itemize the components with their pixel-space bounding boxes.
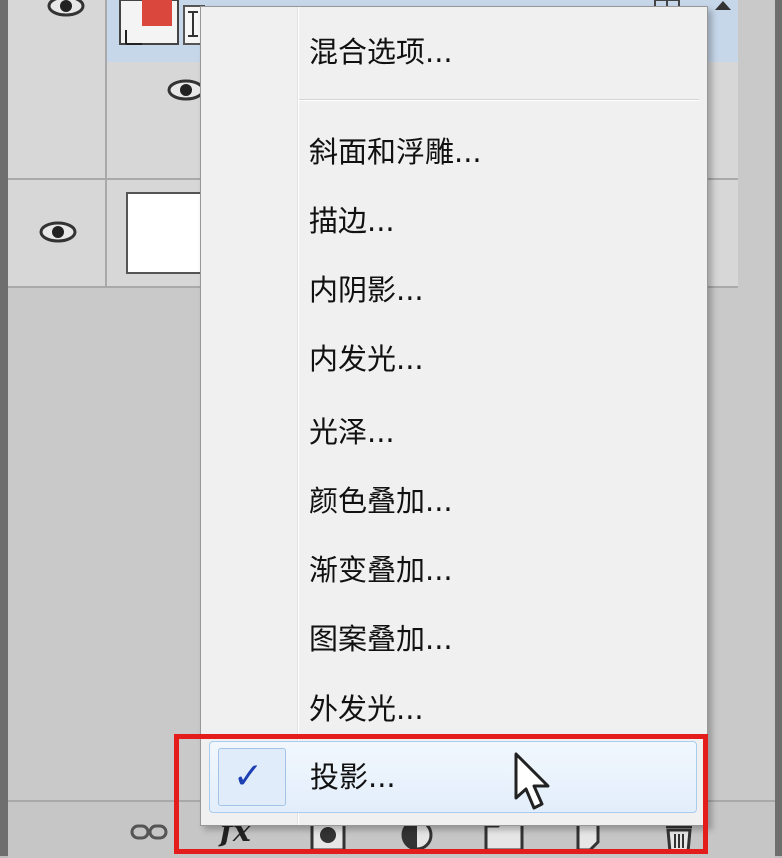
annotation-highlight-box xyxy=(174,734,708,854)
link-layers-icon[interactable] xyxy=(130,818,168,846)
visibility-column xyxy=(8,0,107,178)
eye-icon[interactable] xyxy=(38,220,78,244)
window-frame-left xyxy=(0,0,8,856)
menu-item-satin[interactable]: 光泽... xyxy=(309,407,395,457)
visibility-column xyxy=(8,180,107,286)
menu-item-stroke[interactable]: 描边... xyxy=(309,196,395,246)
menu-item-inner-glow[interactable]: 内发光... xyxy=(309,334,424,384)
mouse-cursor-icon xyxy=(514,752,550,810)
menu-item-blending-options[interactable]: 混合选项... xyxy=(309,27,453,77)
menu-item-gradient-overlay[interactable]: 渐变叠加... xyxy=(309,545,453,595)
layer-thumbnail-shape[interactable] xyxy=(118,0,208,48)
menu-item-inner-shadow[interactable]: 内阴影... xyxy=(309,265,424,315)
menu-item-bevel-emboss[interactable]: 斜面和浮雕... xyxy=(309,127,482,177)
menu-item-outer-glow[interactable]: 外发光... xyxy=(309,684,424,734)
layer-style-menu: 混合选项... 斜面和浮雕... 描边... 内阴影... 内发光... 光泽.… xyxy=(200,6,708,826)
eye-icon[interactable] xyxy=(46,0,86,18)
menu-item-pattern-overlay[interactable]: 图案叠加... xyxy=(309,614,453,664)
menu-item-color-overlay[interactable]: 颜色叠加... xyxy=(309,476,453,526)
window-frame-right xyxy=(775,0,782,856)
menu-gutter-line-highlight xyxy=(298,7,299,825)
menu-separator xyxy=(299,99,699,101)
scroll-up-arrow-icon[interactable] xyxy=(714,0,732,10)
